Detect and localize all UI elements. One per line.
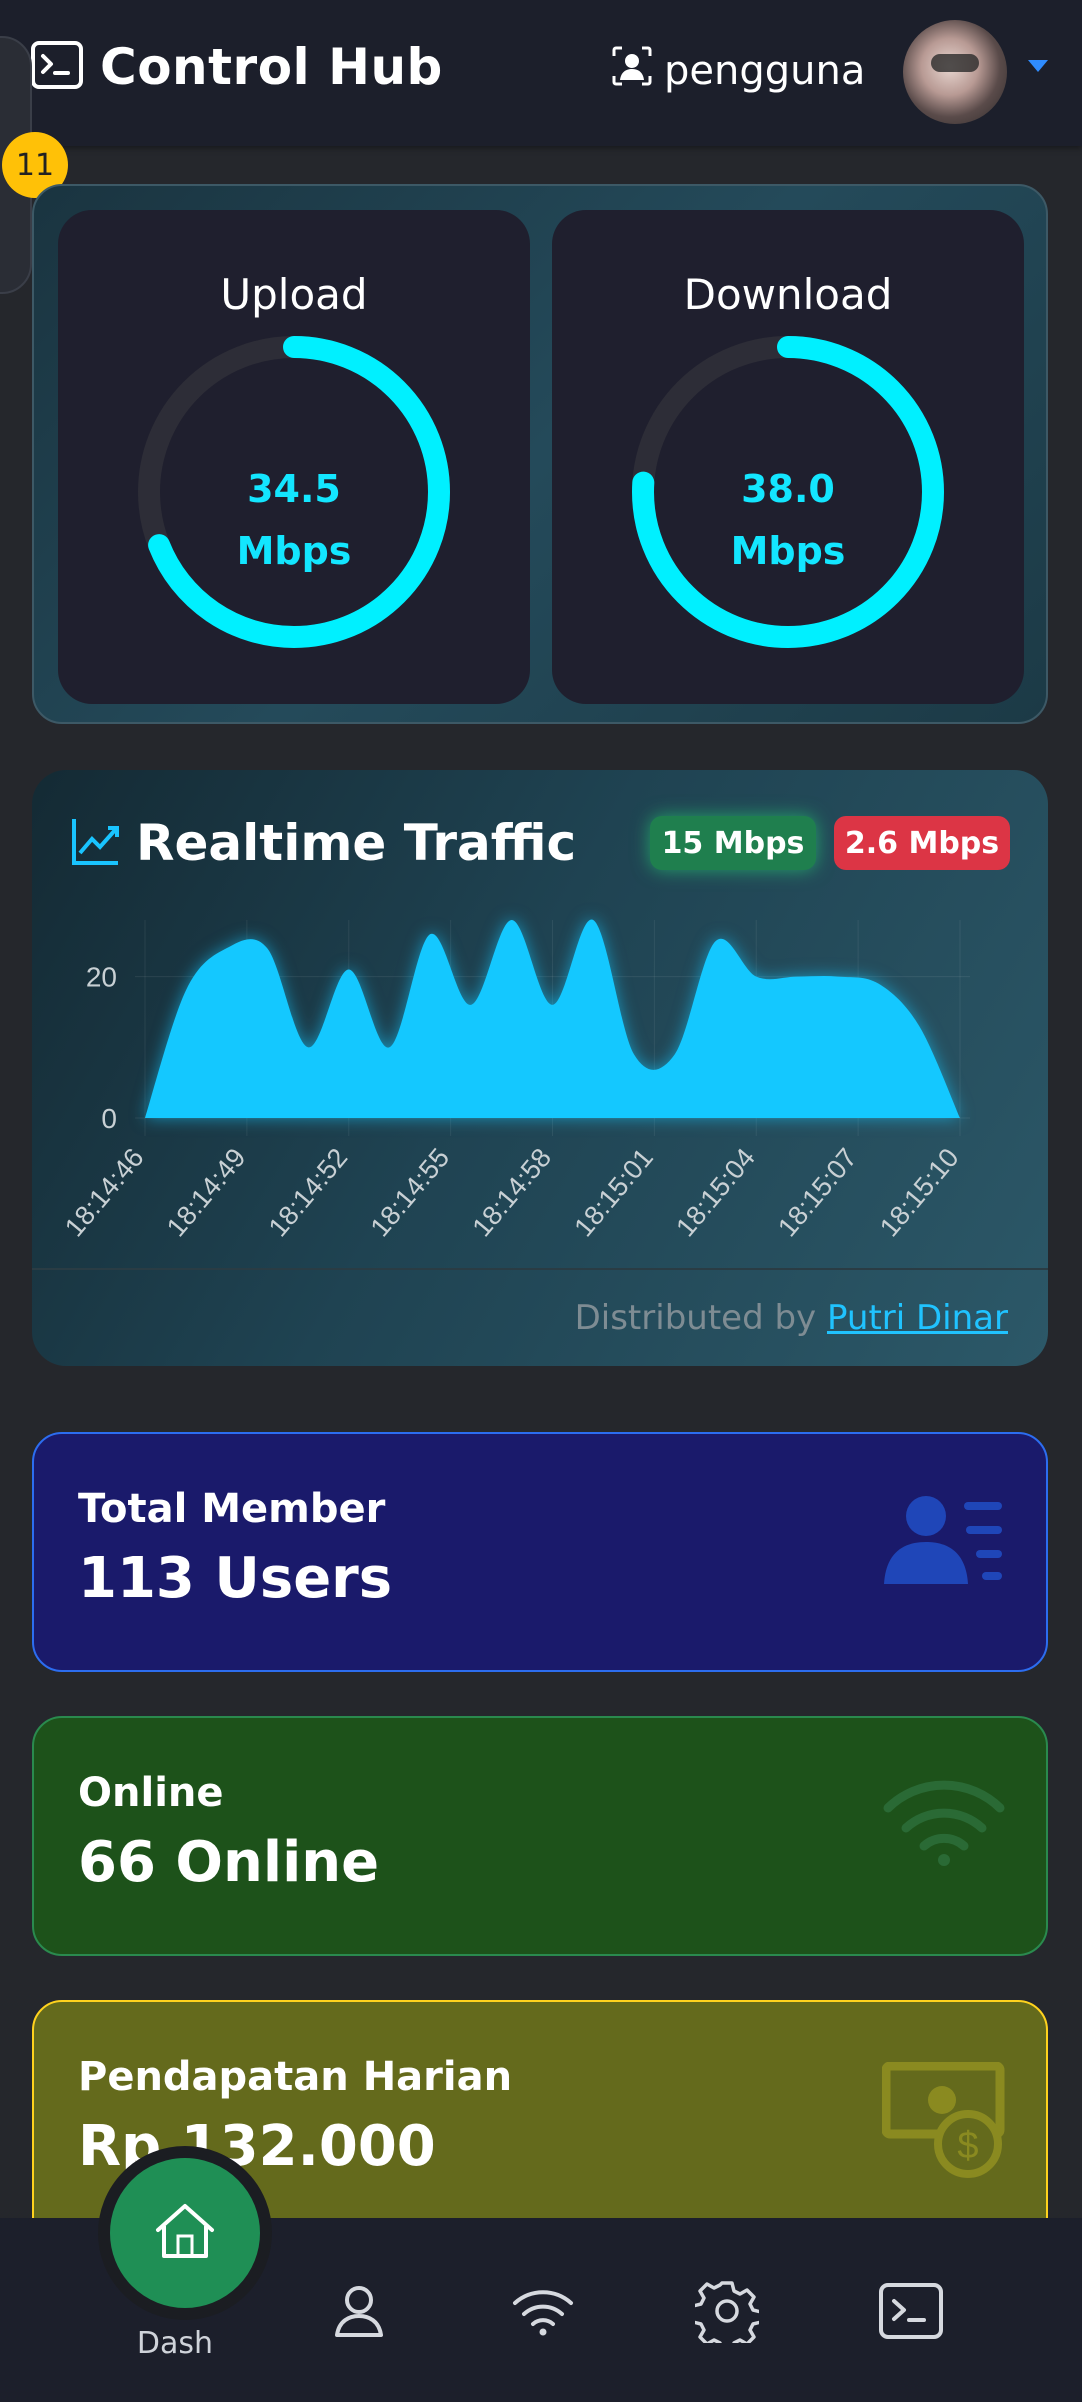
wifi-icon [882, 1778, 1006, 1872]
chart-x-tick-label: 18:14:52 [263, 1143, 354, 1243]
online-label: Online [78, 1770, 224, 1816]
traffic-header: Realtime Traffic [70, 814, 576, 872]
total-member-label: Total Member [78, 1486, 386, 1532]
chevron-down-icon[interactable] [1028, 60, 1048, 72]
terminal-icon [30, 40, 84, 94]
chart-y-tick-label: 0 [101, 1103, 117, 1134]
chart-x-tick-label: 18:15:07 [772, 1143, 863, 1243]
money-icon: $ [881, 2061, 1006, 2182]
users-list-icon [882, 1494, 1006, 1590]
total-member-value: 113 Users [78, 1546, 393, 1611]
author-link[interactable]: Putri Dinar [827, 1298, 1008, 1338]
distributed-by: Distributed by Putri Dinar [575, 1298, 1008, 1338]
chart-y-tick-label: 20 [86, 962, 117, 993]
nav-wifi[interactable] [498, 2268, 588, 2358]
chart-x-tick-label: 18:14:46 [59, 1143, 150, 1243]
gear-icon [691, 2279, 763, 2353]
wifi-icon [511, 2285, 575, 2341]
download-value: 38.0 Mbps [730, 467, 846, 573]
online-card[interactable]: Online 66 Online [32, 1716, 1048, 1956]
realtime-traffic-card: Realtime Traffic 15 Mbps 2.6 Mbps 0 20 18:… [32, 770, 1048, 1366]
user-icon [331, 2283, 387, 2343]
online-value: 66 Online [78, 1830, 380, 1895]
nav-profile[interactable] [314, 2268, 404, 2358]
chart-x-tick-label: 18:14:49 [161, 1143, 252, 1243]
total-member-card[interactable]: Total Member 113 Users [32, 1432, 1048, 1672]
nav-dash-label: Dash [136, 2326, 214, 2361]
traffic-title: Realtime Traffic [136, 814, 577, 872]
app-title: Control Hub [100, 38, 443, 96]
nav-dashboard-button[interactable] [98, 2146, 272, 2320]
chart-x-tick-label: 18:15:01 [568, 1143, 659, 1243]
chart-x-tick-label: 18:15:04 [670, 1143, 761, 1243]
upload-rate-badge: 15 Mbps [650, 816, 816, 870]
daily-income-label: Pendapatan Harian [78, 2054, 513, 2100]
chart-x-tick-label: 18:14:58 [467, 1143, 558, 1243]
upload-value: 34.5 Mbps [236, 467, 352, 573]
user-name: pengguna [664, 48, 866, 94]
upload-gauge-card: Upload 34.5 Mbps [58, 210, 530, 704]
download-label: Download [683, 270, 893, 319]
brand[interactable]: Control Hub [30, 38, 443, 96]
traffic-footer: Distributed by Putri Dinar [32, 1268, 1048, 1366]
avatar[interactable] [903, 20, 1007, 124]
nav-settings[interactable] [682, 2268, 772, 2358]
chart-x-tick-label: 18:15:10 [874, 1143, 965, 1243]
terminal-icon [878, 2282, 944, 2344]
traffic-chart: 0 20 18:14:46 18:14:49 18:14:52 18:14:55 18:14… [59, 919, 970, 1243]
download-gauge-card: Download 38.0 Mbps [552, 210, 1024, 704]
user-menu[interactable]: pengguna [610, 44, 865, 98]
home-icon [154, 2202, 216, 2264]
upload-label: Upload [220, 270, 368, 319]
user-profile-icon [610, 44, 654, 98]
distributed-by-label: Distributed by [574, 1298, 817, 1338]
download-rate-badge: 2.6 Mbps [834, 816, 1010, 870]
nav-terminal[interactable] [866, 2268, 956, 2358]
chart-x-tick-label: 18:14:55 [365, 1143, 456, 1243]
top-bar: Control Hub pengguna [0, 0, 1082, 146]
svg-text:$: $ [957, 2125, 978, 2167]
speed-gauges-panel: Upload 34.5 Mbps Download 38.0 Mbps [32, 184, 1048, 724]
chart-line-icon [70, 815, 122, 871]
